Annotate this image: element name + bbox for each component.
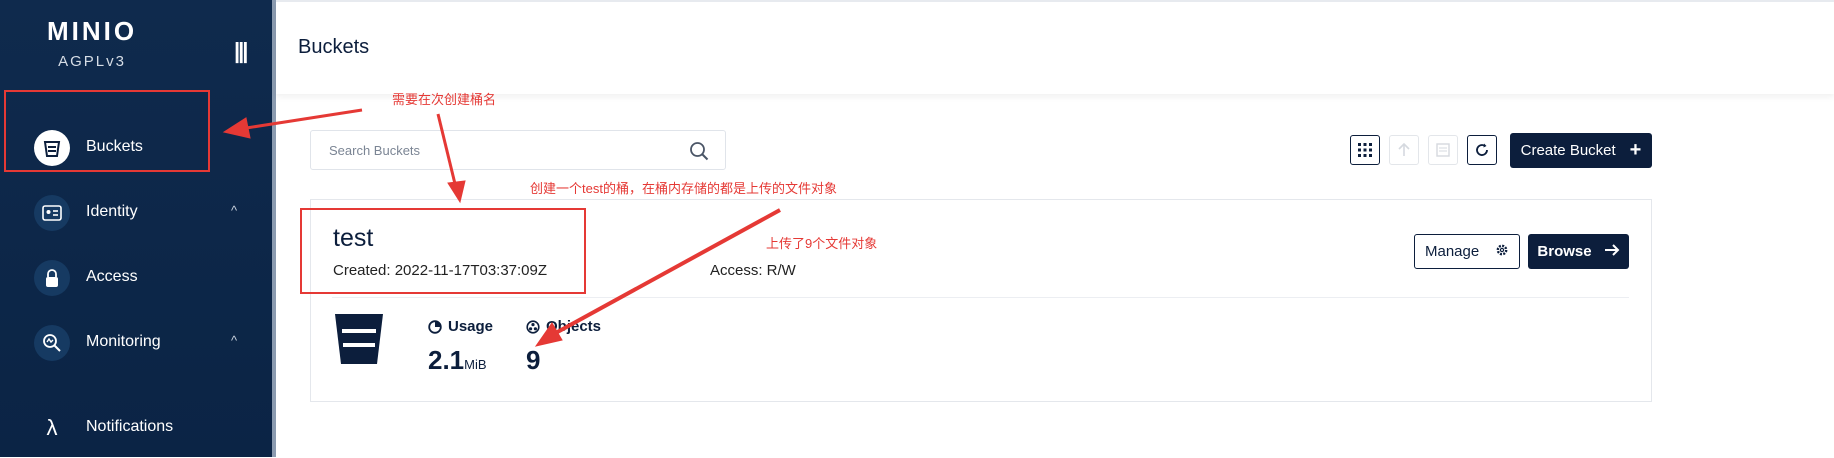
annotation-arrowhead-3 <box>534 322 563 347</box>
annotation-arrowhead-2 <box>447 180 466 204</box>
annotation-arrowhead-1 <box>222 117 251 139</box>
annotation-arrows <box>222 108 781 347</box>
annotation-arrow-3 <box>551 208 781 337</box>
annotation-arrow-1 <box>239 108 363 131</box>
annotation-arrow-2 <box>436 113 458 189</box>
